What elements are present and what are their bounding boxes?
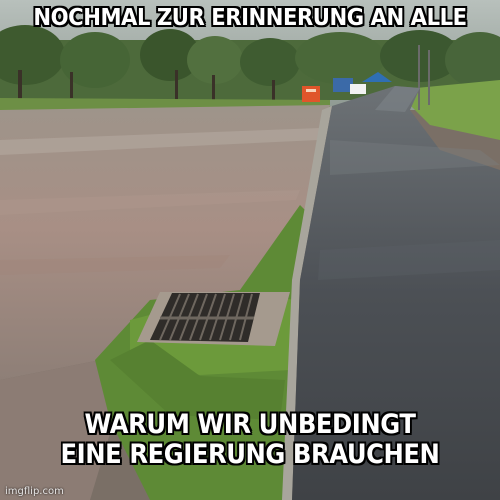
- meme-image: NOCHMAL ZUR ERINNERUNG AN ALLE WARUM WIR…: [0, 0, 500, 500]
- bottom-caption-line-2: EINE REGIERUNG BRAUCHEN: [60, 439, 440, 471]
- top-caption: NOCHMAL ZUR ERINNERUNG AN ALLE: [20, 5, 480, 32]
- orange-barrier: [302, 86, 320, 102]
- bottom-caption: WARUM WIR UNBEDINGT EINE REGIERUNG BRAUC…: [25, 409, 475, 471]
- imgflip-watermark: imgflip.com: [5, 486, 64, 497]
- top-caption-line: NOCHMAL ZUR ERINNERUNG AN ALLE: [33, 5, 467, 31]
- lamp-post: [418, 45, 420, 110]
- bottom-caption-line-1: WARUM WIR UNBEDINGT: [84, 409, 416, 440]
